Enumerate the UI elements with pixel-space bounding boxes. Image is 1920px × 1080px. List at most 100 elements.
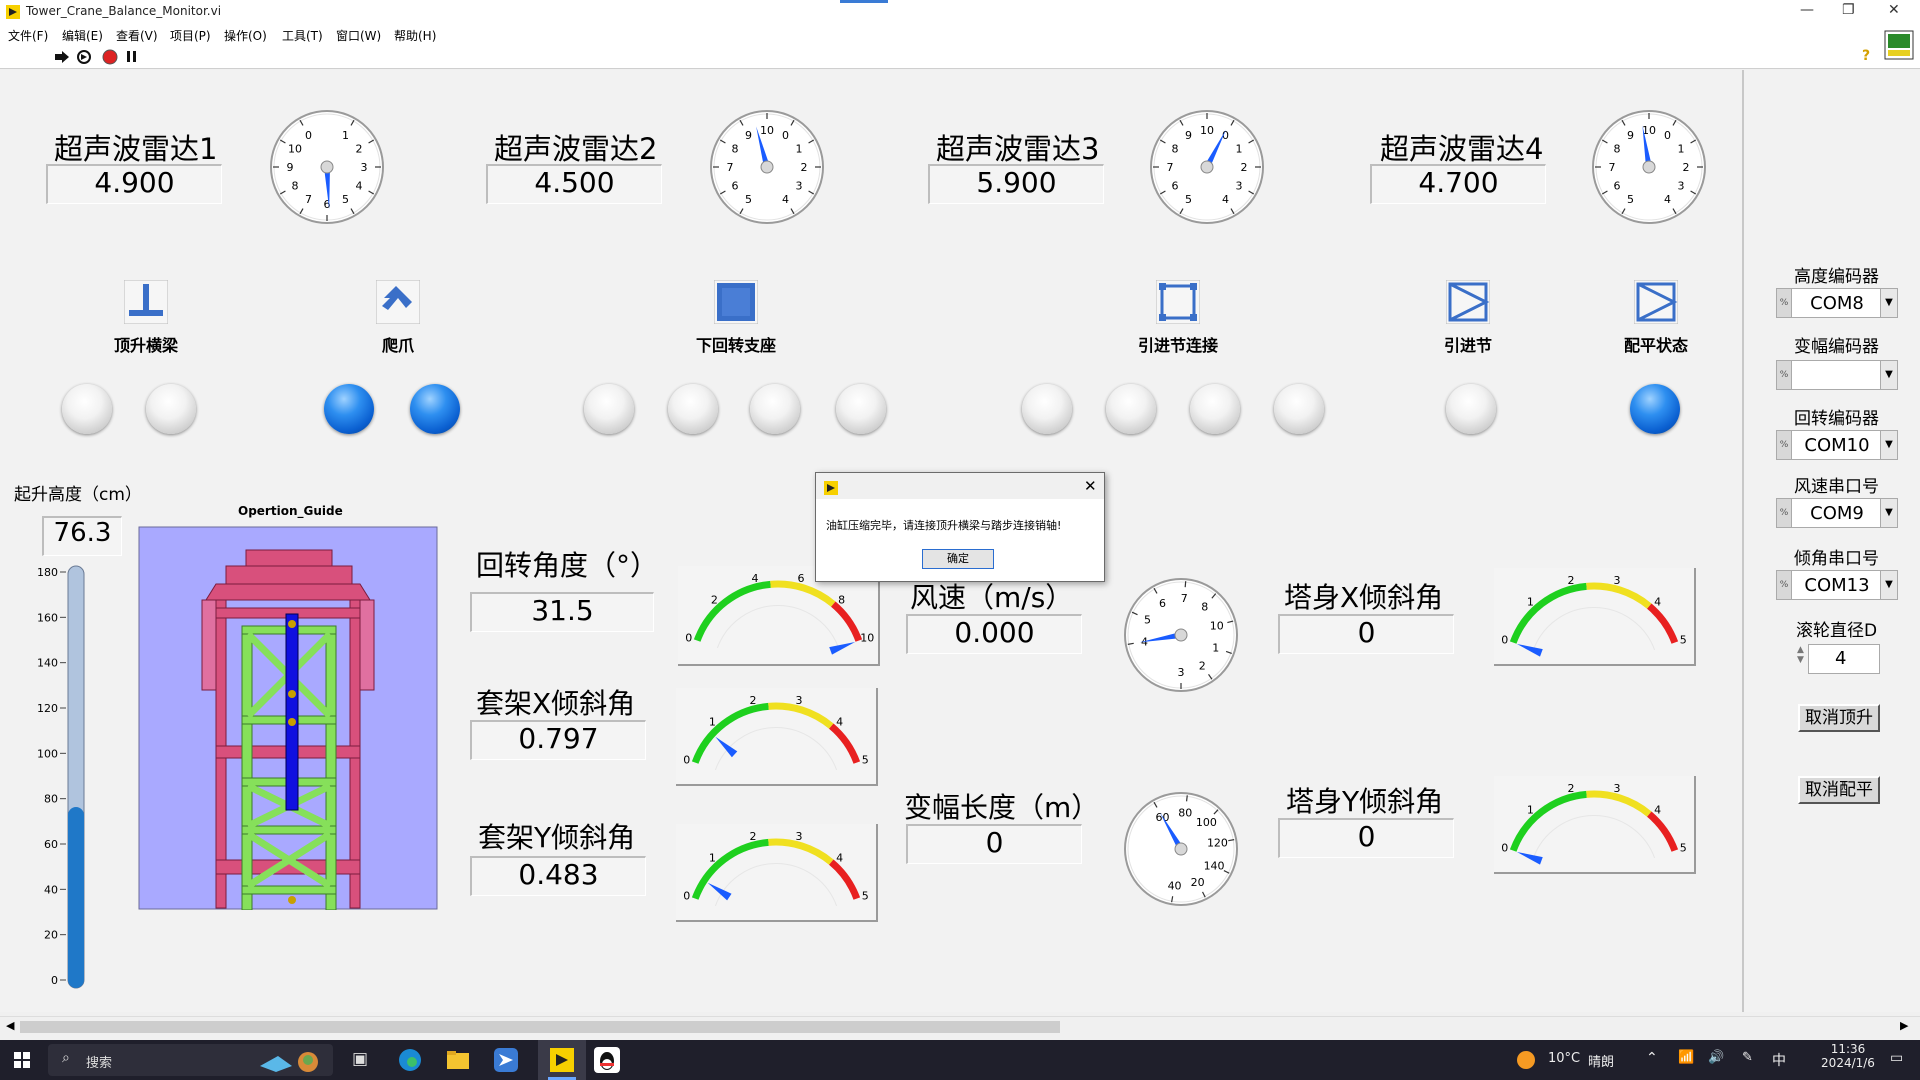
minimize-icon[interactable]: — — [1800, 2, 1814, 18]
stepper-icon[interactable]: ▲ ▼ — [1797, 645, 1804, 665]
dial-tick-label: 10 — [288, 143, 302, 156]
dial-tick-label: 7 — [1167, 161, 1174, 174]
menu-tools[interactable]: 工具(T) — [282, 27, 323, 44]
tower-y-value: 0 — [1278, 818, 1454, 858]
meter-tick-label: 4 — [1654, 595, 1661, 608]
dial-tick-label: 4 — [1664, 193, 1671, 206]
volume-icon[interactable]: 🔊 — [1708, 1050, 1724, 1065]
menu-view[interactable]: 查看(V) — [116, 27, 158, 44]
dial-tick-label: 5 — [1627, 193, 1634, 206]
cancel-lift-button[interactable]: 取消顶升 — [1798, 704, 1880, 732]
dial-tick-label: 6 — [731, 180, 738, 193]
meter-band — [1509, 790, 1587, 852]
scroll-left-icon[interactable]: ◀ — [6, 1019, 14, 1032]
meter-tick-label: 0 — [683, 754, 690, 767]
abort-icon[interactable] — [102, 49, 118, 65]
pause-icon[interactable] — [126, 50, 138, 64]
menu-edit[interactable]: 编辑(E) — [62, 27, 103, 44]
meter-tick-label: 4 — [836, 715, 843, 728]
luff-label: 变幅长度（m） — [904, 791, 1100, 824]
scroll-right-icon[interactable]: ▶ — [1900, 1019, 1908, 1032]
radar3-value: 5.900 — [928, 164, 1104, 204]
wind-port-label: 风速串口号 — [1794, 477, 1879, 497]
dial-tick-label: 3 — [1678, 180, 1685, 193]
pen-icon[interactable]: ✎ — [1742, 1050, 1753, 1065]
network-icon[interactable]: 📶 — [1678, 1050, 1694, 1065]
meter-tick-label: 1 — [709, 715, 716, 728]
menu-help[interactable]: 帮助(H) — [394, 27, 436, 44]
feishu-icon[interactable] — [494, 1048, 518, 1072]
menu-window[interactable]: 窗口(W) — [336, 27, 381, 44]
luff-encoder-label: 变幅编码器 — [1794, 337, 1879, 357]
restore-icon[interactable]: ❐ — [1842, 2, 1855, 18]
dial-tick-label: 140 — [1204, 860, 1225, 873]
roller-label: 滚轮直径D — [1796, 621, 1878, 641]
radar2-dial: 56 7 89 10 01 2 34 — [710, 110, 824, 224]
edge-icon[interactable] — [398, 1048, 422, 1072]
close-icon[interactable]: ✕ — [1084, 477, 1097, 495]
chevron-down-icon: ▼ — [1880, 571, 1897, 599]
file-explorer-icon[interactable] — [446, 1049, 470, 1071]
dial-tick-label: 5 — [342, 193, 349, 206]
toolbar: ? — [0, 30, 1920, 69]
wind-dial: 456 7810123 — [1124, 578, 1238, 692]
cancel-balance-button[interactable]: 取消配平 — [1798, 776, 1880, 804]
taskbar: ⌕ 搜索 ▣ 10°C 晴朗 ⌃ 📶 🔊 ✎ 中 11:36 2024/1/6 … — [0, 1040, 1920, 1080]
dial-tick-label: 120 — [1207, 837, 1228, 850]
meter-band — [768, 702, 834, 729]
roller-input[interactable]: ▲ ▼ 4 — [1797, 644, 1880, 674]
taskbar-labview-active[interactable] — [538, 1040, 586, 1080]
status-led — [1022, 384, 1072, 434]
chevron-down-icon: ▼ — [1880, 289, 1897, 317]
meter-needle — [829, 641, 856, 655]
taskbar-search[interactable]: ⌕ 搜索 — [48, 1044, 333, 1076]
menu-operate[interactable]: 操作(O) — [224, 27, 267, 44]
meter-tick-label: 4 — [836, 851, 843, 864]
meter-tick-label: 2 — [711, 593, 718, 606]
status-led — [1190, 384, 1240, 434]
tilt-port-label: 倾角串口号 — [1794, 549, 1879, 569]
wind-port-select[interactable]: % COM9 ▼ — [1776, 498, 1898, 528]
dialog-ok-button[interactable]: 确定 — [922, 549, 994, 569]
task-view-icon[interactable]: ▣ — [352, 1049, 368, 1069]
radar1-dial: 12 3 45678 9 100 — [270, 110, 384, 224]
luff-encoder-select[interactable]: % ▼ — [1776, 360, 1898, 390]
dial-tick-label: 4 — [356, 180, 363, 193]
meter-tick-label: 5 — [862, 754, 869, 767]
menu-project[interactable]: 项目(P) — [170, 27, 211, 44]
dial-tick-label: 8 — [1613, 143, 1620, 156]
ime-indicator[interactable]: 中 — [1772, 1050, 1786, 1070]
meter-tick-label: 5 — [1680, 842, 1687, 855]
close-icon[interactable]: ✕ — [1888, 2, 1900, 18]
menu-file[interactable]: 文件(F) — [8, 27, 48, 44]
search-placeholder: 搜索 — [86, 1056, 113, 1071]
clock[interactable]: 11:36 2024/1/6 — [1808, 1042, 1888, 1070]
height-encoder-select[interactable]: % COM8 ▼ — [1776, 288, 1898, 318]
frame-x-label: 套架X倾斜角 — [476, 687, 636, 720]
dial-tick-label: 1 — [1212, 642, 1219, 655]
weather-sun-icon — [1517, 1051, 1535, 1069]
slew-encoder-select[interactable]: % COM10 ▼ — [1776, 430, 1898, 460]
frame-y-value: 0.483 — [470, 856, 646, 896]
notification-icon[interactable]: ▭ — [1890, 1050, 1903, 1066]
windows-start-icon[interactable] — [14, 1052, 30, 1068]
tank-scale-label: 180 — [37, 566, 58, 579]
run-arrow-icon[interactable] — [54, 50, 70, 64]
meter-tick-label: 4 — [1654, 803, 1661, 816]
tilt-port-select[interactable]: % COM13 ▼ — [1776, 570, 1898, 600]
dial-tick — [1185, 795, 1188, 802]
help-icon[interactable]: ? — [1862, 48, 1870, 64]
dial-tick-label: 20 — [1191, 876, 1205, 889]
horizontal-scrollbar[interactable]: ◀ ▶ — [0, 1016, 1920, 1037]
weather-temp: 10°C — [1548, 1051, 1581, 1066]
scroll-thumb[interactable] — [20, 1021, 1060, 1033]
run-continuous-icon[interactable] — [76, 49, 92, 65]
chevron-up-icon[interactable]: ⌃ — [1646, 1050, 1658, 1066]
meter-tick-label: 8 — [838, 593, 845, 606]
status-label-lower-support: 下回转支座 — [695, 336, 777, 355]
radar1-label: 超声波雷达1 — [54, 132, 218, 166]
tower-x-value: 0 — [1278, 614, 1454, 654]
meter-tick-label: 2 — [750, 830, 757, 843]
qq-icon[interactable] — [594, 1047, 620, 1073]
meter-band — [830, 601, 863, 642]
